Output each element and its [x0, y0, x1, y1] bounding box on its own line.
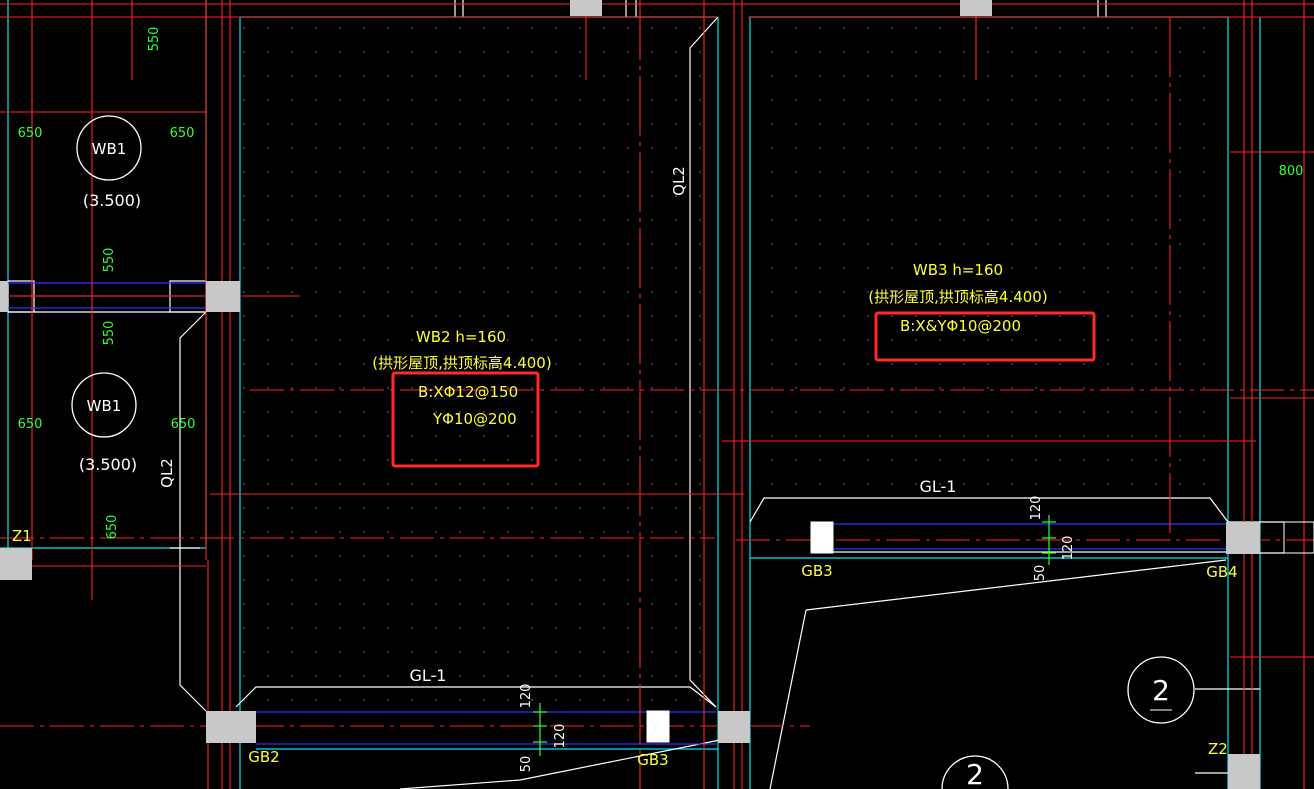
- column-block: [570, 0, 602, 16]
- column-block: [1228, 754, 1260, 789]
- opening-block-gb3-right: [810, 521, 834, 554]
- dim-120-bottom-lower: 120: [553, 724, 568, 749]
- tag-gb4[interactable]: GB4: [1206, 563, 1237, 581]
- dim-50-right: 50: [1033, 565, 1048, 582]
- column-block: [0, 548, 32, 580]
- axis-marker-2-right[interactable]: 2: [1127, 656, 1195, 724]
- axis-marker-2-bottom[interactable]: 2: [941, 755, 1009, 789]
- slab-elevation: (3.500): [79, 455, 137, 474]
- dim-650-vertical: 650: [105, 515, 120, 540]
- dim-550-b: 550: [102, 321, 117, 346]
- beam-label-gl1-right[interactable]: GL-1: [920, 477, 957, 496]
- column-block: [1226, 522, 1260, 554]
- tag-gb3-right[interactable]: GB3: [801, 562, 832, 580]
- wb2-rebar-x: B:XΦ12@150: [418, 383, 518, 401]
- wb3-title: WB3 h=160: [913, 261, 1003, 279]
- dim-800: 800: [1279, 164, 1304, 179]
- beam-label-ql2-left[interactable]: QL2: [158, 458, 176, 488]
- column-z1-shadow: [1283, 521, 1314, 554]
- column-block: [206, 281, 240, 312]
- tag-z1[interactable]: Z1: [12, 527, 32, 545]
- column-block: [206, 711, 256, 743]
- axis-number: 2: [1152, 674, 1170, 707]
- wb3-rebar: B:X&YΦ10@200: [900, 317, 1021, 335]
- column-block: [960, 0, 992, 16]
- tag-gb2[interactable]: GB2: [248, 748, 279, 766]
- dim-650-top-left: 650: [18, 126, 43, 141]
- slab-marker-wb1-top[interactable]: WB1 (3.500): [76, 115, 142, 210]
- wb3-note: (拱形屋顶,拱顶标高4.400): [868, 288, 1047, 306]
- wb2-note: (拱形屋顶,拱顶标高4.400): [372, 354, 551, 372]
- dim-50-bottom: 50: [519, 756, 534, 773]
- beam-label-ql2-mid[interactable]: QL2: [670, 166, 688, 196]
- slab-name: WB1: [87, 397, 122, 415]
- tag-z2[interactable]: Z2: [1208, 740, 1228, 758]
- slab-name: WB1: [92, 140, 127, 158]
- slab-elevation: (3.500): [83, 191, 141, 210]
- column-block: [718, 711, 750, 743]
- wb2-title: WB2 h=160: [416, 328, 506, 346]
- dim-120-bottom-upper: 120: [519, 684, 534, 709]
- axis-number: 2: [966, 758, 984, 789]
- opening-block-gb3-bottom: [646, 710, 670, 743]
- dim-650-top-right: 650: [170, 126, 195, 141]
- dim-120-right-lower: 120: [1061, 536, 1076, 561]
- dim-120-right-upper: 120: [1029, 496, 1044, 521]
- beam-label-gl1-bottom[interactable]: GL-1: [410, 666, 447, 685]
- dim-650-bottom-right: 650: [171, 417, 196, 432]
- slab-marker-wb1-bottom[interactable]: WB1 (3.500): [71, 372, 137, 474]
- column-block: [0, 281, 8, 312]
- dim-650-bottom-left: 650: [18, 417, 43, 432]
- dim-550-top: 550: [147, 27, 162, 52]
- cad-drawing-canvas[interactable]: WB1 (3.500) WB1 (3.500) 2 2 WB2 h=160 (拱…: [0, 0, 1314, 789]
- tag-gb3-bottom[interactable]: GB3: [637, 751, 668, 769]
- dim-550-a: 550: [102, 248, 117, 273]
- wb2-rebar-y: YΦ10@200: [432, 410, 517, 428]
